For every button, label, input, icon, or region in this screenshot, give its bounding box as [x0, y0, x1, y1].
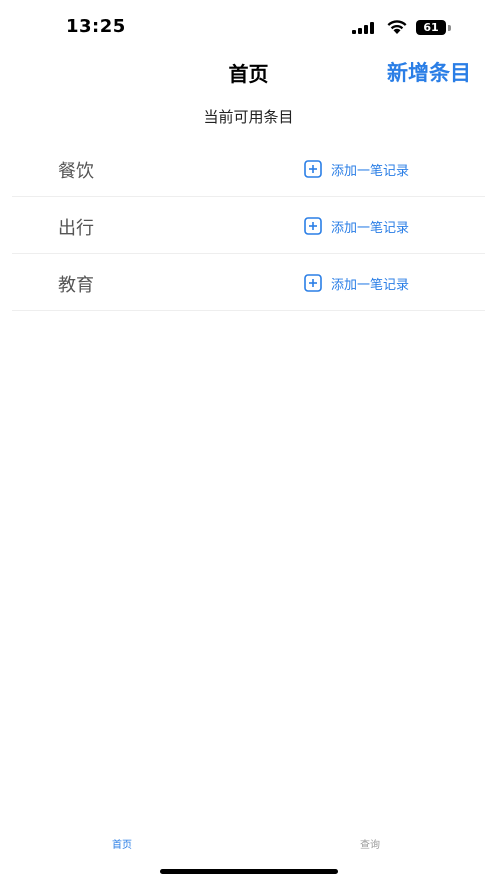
- entry-list: 餐饮 添加一笔记录 出行 添加一笔记录 教育 添加一笔记录: [12, 140, 485, 311]
- home-indicator: [160, 869, 338, 874]
- add-record-button[interactable]: 添加一笔记录: [304, 216, 409, 236]
- tab-home[interactable]: 首页: [112, 836, 132, 851]
- plus-square-icon: [304, 274, 322, 292]
- add-record-label: 添加一笔记录: [331, 277, 410, 293]
- add-record-label: 添加一笔记录: [331, 163, 410, 179]
- status-bar: 13:25 61: [0, 0, 497, 52]
- item-label: 教育: [58, 275, 94, 296]
- battery-icon: 61: [416, 20, 446, 35]
- item-label: 餐饮: [58, 161, 94, 182]
- list-item: 出行 添加一笔记录: [12, 197, 485, 254]
- section-header: 当前可用条目: [203, 108, 294, 126]
- tab-query[interactable]: 查询: [360, 836, 380, 851]
- status-time: 13:25: [66, 16, 126, 37]
- add-entry-button[interactable]: 新增条目: [387, 57, 471, 87]
- add-record-button[interactable]: 添加一笔记录: [304, 273, 409, 293]
- add-record-button[interactable]: 添加一笔记录: [304, 159, 409, 179]
- screen: 13:25 61 首页 新增条目 当前可用条目 餐饮 添加一笔记录 出行 添加一…: [0, 0, 497, 883]
- battery-cap: [448, 25, 451, 31]
- item-label: 出行: [58, 218, 94, 239]
- plus-square-icon: [304, 217, 322, 235]
- cellular-signal-icon: [352, 22, 376, 34]
- tab-bar: 首页 查询: [0, 828, 497, 858]
- add-record-label: 添加一笔记录: [331, 220, 410, 236]
- plus-square-icon: [304, 160, 322, 178]
- list-item: 教育 添加一笔记录: [12, 254, 485, 311]
- wifi-icon: [387, 20, 407, 34]
- list-item: 餐饮 添加一笔记录: [12, 140, 485, 197]
